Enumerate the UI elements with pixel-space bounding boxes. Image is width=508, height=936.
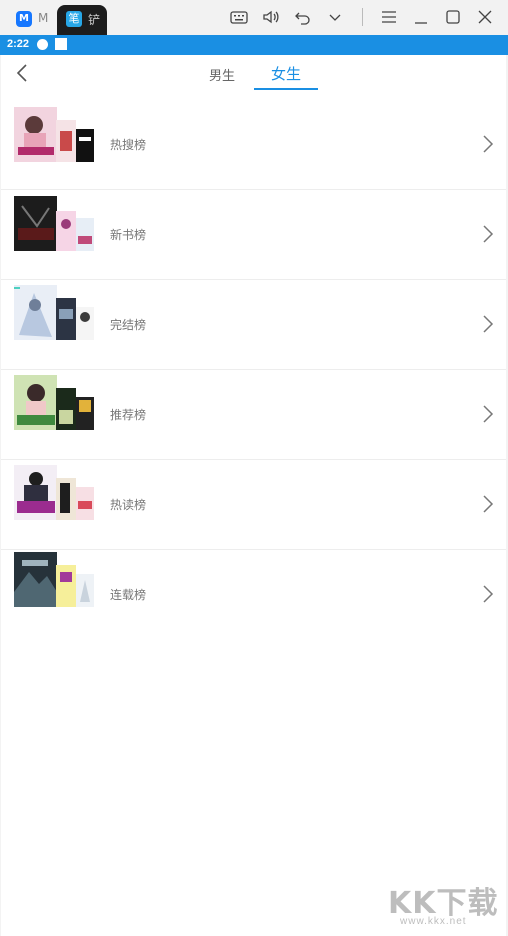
chevron-right-icon xyxy=(483,225,494,243)
ranking-label: 热读榜 xyxy=(110,498,147,512)
chevron-right-icon xyxy=(483,315,494,333)
chevron-right-icon xyxy=(483,495,494,513)
book-cover-stack xyxy=(14,196,94,251)
ranking-label: 连载榜 xyxy=(110,588,147,602)
book-cover-stack xyxy=(14,552,94,607)
ranking-row-recommended[interactable]: 推荐榜 xyxy=(1,370,506,460)
keyboard-icon[interactable] xyxy=(230,8,248,26)
book-cover-stack xyxy=(14,375,94,430)
ranking-row-hot-reading[interactable]: 热读榜 xyxy=(1,460,506,550)
book-cover-stack xyxy=(14,107,94,162)
active-tab-indicator xyxy=(254,88,318,90)
ranking-label: 推荐榜 xyxy=(110,408,147,422)
volume-icon[interactable] xyxy=(262,8,280,26)
tab-male[interactable]: 男生 xyxy=(209,65,235,84)
ranking-label: 完结榜 xyxy=(110,318,147,332)
maximize-icon[interactable] xyxy=(444,8,462,26)
ranking-row-serializing[interactable]: 连载榜 xyxy=(1,550,506,639)
titlebar-divider xyxy=(362,8,364,26)
app-screen: 男生 女生 热搜榜 新书榜 完结榜 推荐榜 热读榜 连载榜 xyxy=(1,55,506,936)
notification-icon xyxy=(55,38,67,50)
status-bar: 2:22 xyxy=(0,35,508,55)
ranking-label: 新书榜 xyxy=(110,228,147,242)
tab-female[interactable]: 女生 xyxy=(271,63,301,84)
ranking-row-completed[interactable]: 完结榜 xyxy=(1,280,506,370)
status-time: 2:22 xyxy=(7,38,30,50)
book-app-icon: 笔 xyxy=(66,11,82,27)
undo-icon[interactable] xyxy=(294,8,312,26)
active-tab-label: 铲 xyxy=(88,13,101,27)
watermark-logo: KK下载 www.kkx.net xyxy=(388,878,499,927)
chevron-right-icon xyxy=(483,135,494,153)
app-tab-label: M xyxy=(38,11,49,25)
chevron-right-icon xyxy=(483,405,494,423)
close-icon[interactable] xyxy=(476,8,494,26)
ranking-row-hot-search[interactable]: 热搜榜 xyxy=(1,100,506,190)
active-app-tab[interactable]: 笔 铲 xyxy=(57,5,107,35)
back-arrow-icon[interactable] xyxy=(13,63,33,83)
menu-icon[interactable] xyxy=(380,8,398,26)
ranking-row-new-books[interactable]: 新书榜 xyxy=(1,190,506,280)
minimize-icon[interactable] xyxy=(412,8,430,26)
download-icon xyxy=(37,39,48,50)
watermark-url: www.kkx.net xyxy=(400,916,467,927)
title-bar: M M 笔 铲 xyxy=(0,0,508,35)
chevron-right-icon xyxy=(483,585,494,603)
app-logo-icon: M xyxy=(16,11,32,27)
ranking-label: 热搜榜 xyxy=(110,138,147,152)
book-cover-stack xyxy=(14,465,94,520)
book-cover-stack xyxy=(14,285,94,340)
chevron-down-icon[interactable] xyxy=(326,8,344,26)
app-tab[interactable]: M M xyxy=(10,8,50,30)
